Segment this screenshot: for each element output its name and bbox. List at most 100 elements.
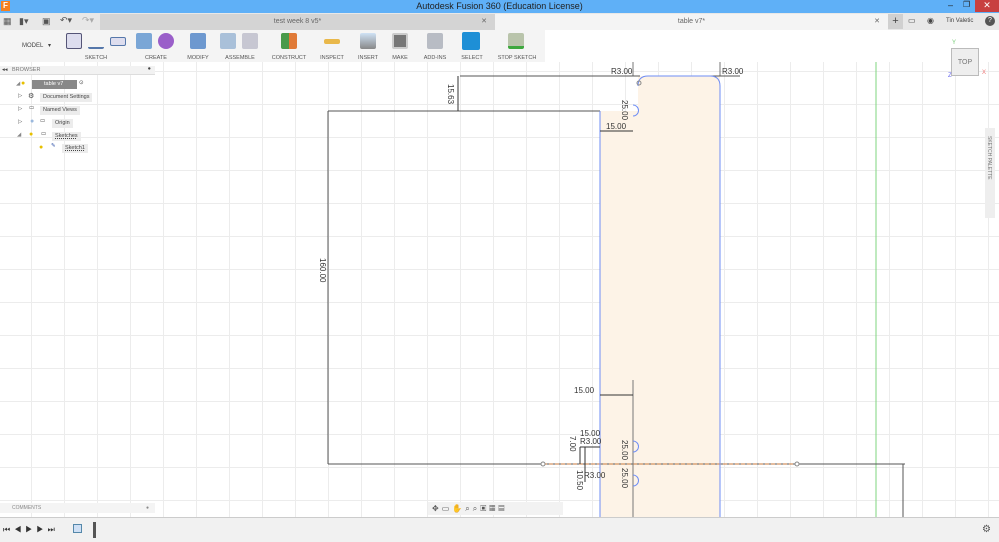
inspect-menu[interactable]: INSPECT bbox=[314, 55, 350, 61]
dim-15-top[interactable]: 15.00 bbox=[606, 122, 627, 131]
timeline-marker[interactable] bbox=[93, 522, 96, 538]
dim-15-mid[interactable]: 15.00 bbox=[574, 386, 595, 395]
expand-icon[interactable]: ▷ bbox=[18, 93, 22, 99]
pan-icon[interactable]: ✋ bbox=[452, 504, 465, 513]
pin-icon[interactable]: ● bbox=[146, 503, 149, 513]
dim-r3-top-left[interactable]: R3.00 bbox=[611, 67, 633, 76]
expand-icon[interactable]: ▷ bbox=[18, 106, 22, 112]
dim-25-top[interactable]: 25.00 bbox=[620, 100, 629, 121]
save-icon[interactable]: ▣ bbox=[42, 16, 51, 27]
dim-r3-low[interactable]: R3.00 bbox=[580, 437, 602, 446]
addins-menu[interactable]: ADD-INS bbox=[416, 55, 454, 61]
modify-group[interactable]: MODIFY bbox=[181, 30, 215, 62]
scripts-icon[interactable] bbox=[427, 33, 443, 49]
select-group[interactable]: SELECT bbox=[456, 30, 488, 62]
create-menu[interactable]: CREATE bbox=[132, 55, 180, 61]
tab-table-v7[interactable]: table v7* ✕ bbox=[495, 14, 888, 30]
redo-icon[interactable]: ↷▾ bbox=[82, 15, 94, 26]
viewcube[interactable]: TOP bbox=[951, 48, 979, 76]
assemble-menu[interactable]: ASSEMBLE bbox=[216, 55, 264, 61]
expand-icon[interactable]: ◢ bbox=[17, 132, 21, 138]
modify-menu[interactable]: MODIFY bbox=[181, 55, 215, 61]
browser-item-root[interactable]: table v7 bbox=[32, 80, 77, 89]
look-at-icon[interactable]: ▭ bbox=[442, 504, 453, 513]
measure-icon[interactable] bbox=[324, 39, 340, 44]
timeline-sketch-icon[interactable] bbox=[73, 524, 82, 533]
viewcube-face-top[interactable]: TOP bbox=[958, 59, 972, 66]
new-tab-button[interactable]: + bbox=[888, 14, 903, 29]
file-menu-icon[interactable]: ▮▾ bbox=[19, 16, 28, 27]
workspace-switcher[interactable]: MODEL ▾ bbox=[10, 30, 60, 62]
new-component-icon[interactable] bbox=[220, 33, 236, 49]
close-tab-icon[interactable]: ✕ bbox=[481, 14, 487, 30]
comments-panel[interactable]: COMMENTS ● bbox=[0, 503, 155, 513]
addins-group[interactable]: ADD-INS bbox=[416, 30, 454, 62]
display-settings-icon[interactable]: ▣ bbox=[480, 504, 489, 513]
make-menu[interactable]: MAKE bbox=[386, 55, 414, 61]
user-menu[interactable]: Tin Valetic bbox=[946, 18, 973, 24]
timeline-settings-icon[interactable]: ⚙ bbox=[982, 524, 991, 535]
joint-icon[interactable] bbox=[242, 33, 258, 49]
help-icon[interactable]: ? bbox=[985, 16, 995, 26]
inspect-group[interactable]: INSPECT bbox=[314, 30, 350, 62]
construct-menu[interactable]: CONSTRUCT bbox=[266, 55, 312, 61]
sketch-palette-tab[interactable]: SKETCH PALETTE bbox=[985, 128, 995, 218]
form-icon[interactable] bbox=[158, 33, 174, 49]
construct-group[interactable]: CONSTRUCT bbox=[266, 30, 312, 62]
dim-160[interactable]: 160.00 bbox=[318, 258, 327, 283]
lightbulb-icon[interactable]: ● bbox=[29, 131, 33, 138]
dim-25-bottom[interactable]: 25.00 bbox=[620, 468, 629, 489]
select-menu[interactable]: SELECT bbox=[456, 55, 488, 61]
offset-plane-icon[interactable] bbox=[281, 33, 297, 49]
extrude-icon[interactable] bbox=[136, 33, 152, 49]
minimize-button[interactable]: – bbox=[948, 0, 962, 12]
dim-10-50[interactable]: 10.50 bbox=[575, 470, 584, 491]
close-window-button[interactable]: ✕ bbox=[975, 0, 999, 12]
orbit-icon[interactable]: ✥ bbox=[432, 504, 442, 513]
rectangle-icon[interactable] bbox=[110, 37, 126, 46]
dim-r3-bottom[interactable]: R3.00 bbox=[584, 471, 606, 480]
collapse-icon[interactable]: ◂◂ bbox=[2, 67, 8, 73]
expand-icon[interactable]: ◢ bbox=[16, 81, 20, 87]
sketch-group[interactable]: SKETCH bbox=[62, 30, 130, 62]
line-icon[interactable] bbox=[88, 33, 104, 49]
lightbulb-icon[interactable]: ● bbox=[39, 144, 43, 151]
play-icon[interactable]: ▶ bbox=[25, 525, 36, 534]
make-group[interactable]: MAKE bbox=[386, 30, 414, 62]
prev-icon[interactable]: ◀ bbox=[14, 525, 25, 534]
first-icon[interactable]: ⏮ bbox=[3, 525, 14, 534]
pin-icon[interactable]: ● bbox=[148, 66, 151, 72]
notifications-icon[interactable]: ◉ bbox=[927, 16, 934, 25]
close-tab-icon[interactable]: ✕ bbox=[874, 14, 880, 30]
tab-test-week-8[interactable]: test week 8 v5* ✕ bbox=[100, 14, 495, 30]
last-icon[interactable]: ⏭ bbox=[48, 525, 59, 534]
insert-menu[interactable]: INSERT bbox=[352, 55, 384, 61]
browser-item-sketch1[interactable]: Sketch1 bbox=[62, 144, 88, 153]
activate-icon[interactable]: ⊙ bbox=[79, 80, 84, 86]
stop-sketch-icon[interactable] bbox=[508, 33, 524, 49]
next-icon[interactable]: ▶ bbox=[36, 525, 47, 534]
undo-icon[interactable]: ↶▾ bbox=[60, 15, 72, 26]
lightbulb-icon[interactable]: ● bbox=[30, 118, 34, 125]
expand-icon[interactable]: ▷ bbox=[18, 119, 22, 125]
browser-item-origin[interactable]: Origin bbox=[52, 119, 73, 128]
data-panel-icon[interactable]: ▦ bbox=[3, 16, 12, 27]
dim-r3-top-right[interactable]: R3.00 bbox=[722, 67, 744, 76]
lightbulb-icon[interactable]: ● bbox=[21, 80, 25, 87]
press-pull-icon[interactable] bbox=[190, 33, 206, 49]
stop-sketch-group[interactable]: STOP SKETCH bbox=[492, 30, 542, 62]
job-status-icon[interactable]: ▭ bbox=[908, 16, 916, 25]
browser-item-document-settings[interactable]: Document Settings bbox=[40, 93, 93, 102]
sketch-menu[interactable]: SKETCH bbox=[62, 55, 130, 61]
3d-print-icon[interactable] bbox=[392, 33, 408, 49]
assemble-group[interactable]: ASSEMBLE bbox=[216, 30, 264, 62]
dim-15-63[interactable]: 15.63 bbox=[446, 84, 455, 105]
dim-25-low[interactable]: 25.00 bbox=[620, 440, 629, 461]
zoom-icon[interactable]: ⌕ bbox=[465, 504, 472, 513]
browser-item-sketches[interactable]: Sketches bbox=[52, 132, 81, 141]
create-sketch-icon[interactable] bbox=[66, 33, 82, 49]
dim-7[interactable]: 7.00 bbox=[568, 436, 577, 452]
viewports-icon[interactable]: ▤ bbox=[498, 504, 507, 513]
select-icon[interactable] bbox=[462, 32, 480, 50]
insert-group[interactable]: INSERT bbox=[352, 30, 384, 62]
